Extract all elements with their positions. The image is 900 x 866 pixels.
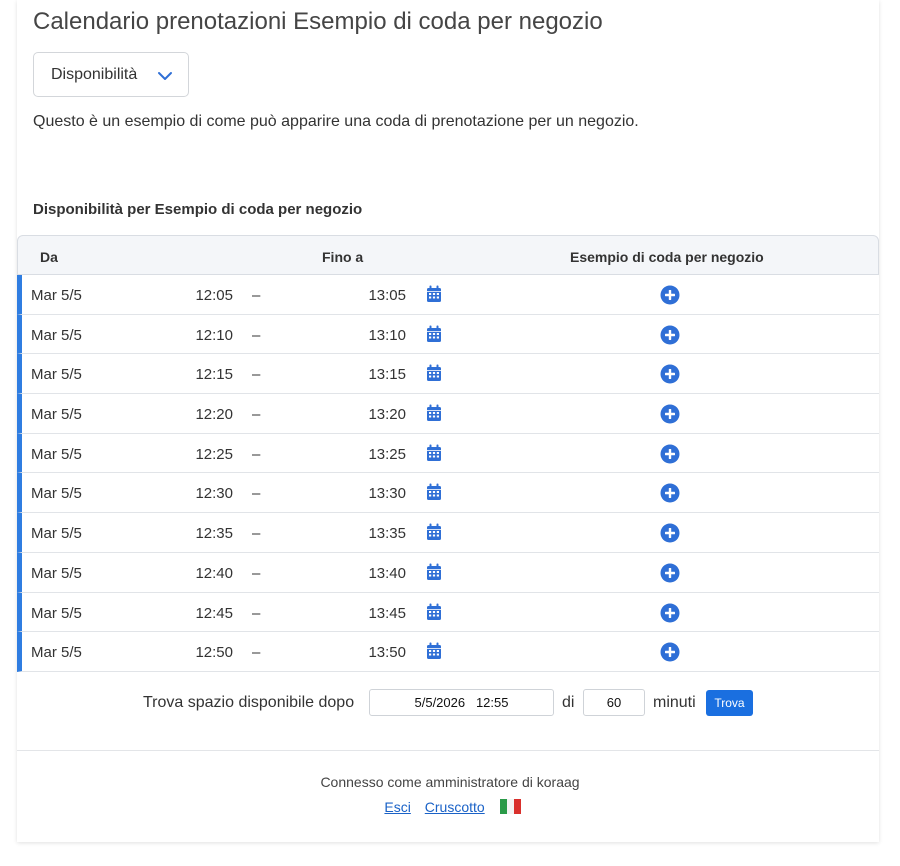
table-row: Mar 5/5 12:30 – 13:30 [17, 473, 879, 514]
calendar-icon[interactable] [426, 563, 442, 581]
page-title: Calendario prenotazioni Esempio di coda … [33, 8, 603, 35]
row-separator: – [252, 406, 261, 424]
row-separator: – [252, 644, 261, 662]
row-start-time: 12:20 [195, 406, 233, 424]
login-status: Connesso come amministratore di koraag [320, 774, 580, 790]
add-booking-icon[interactable] [660, 483, 680, 503]
chevron-down-icon [158, 72, 172, 80]
footer-divider [17, 750, 879, 751]
add-booking-icon[interactable] [660, 285, 680, 305]
row-end-time: 13:40 [368, 564, 406, 582]
row-end-time: 13:05 [368, 287, 406, 304]
table-row: Mar 5/5 12:40 – 13:40 [17, 552, 879, 593]
logout-link[interactable]: Esci [384, 799, 410, 815]
availability-table: Da Fino a Esempio di coda per negozio Ma… [17, 235, 879, 672]
row-start-time: 12:30 [195, 485, 233, 503]
calendar-icon[interactable] [426, 642, 442, 660]
add-booking-icon[interactable] [660, 603, 680, 623]
minutes-input[interactable]: 60 [583, 689, 645, 716]
finder-di-label: di [562, 694, 575, 711]
row-start-time: 12:35 [195, 525, 233, 543]
row-day: Mar 5/5 [31, 366, 82, 384]
add-booking-icon[interactable] [660, 325, 680, 345]
datetime-input[interactable]: 5/5/2026 12:55 [369, 689, 554, 716]
row-separator: – [252, 366, 261, 384]
add-booking-icon[interactable] [660, 364, 680, 384]
calendar-icon[interactable] [426, 285, 442, 303]
italian-flag-icon[interactable] [499, 799, 521, 814]
table-row: Mar 5/5 12:35 – 13:35 [17, 513, 879, 553]
row-start-time: 12:45 [195, 604, 233, 622]
row-separator: – [252, 445, 261, 463]
row-day: Mar 5/5 [31, 604, 82, 622]
table-row: Mar 5/5 12:45 – 13:45 [17, 592, 879, 633]
find-button[interactable]: Trova [706, 690, 753, 716]
table-row: Mar 5/5 12:15 – 13:15 [17, 354, 879, 395]
calendar-icon[interactable] [426, 523, 442, 541]
table-row: Mar 5/5 12:25 – 13:25 [17, 433, 879, 474]
dashboard-link[interactable]: Cruscotto [425, 799, 485, 815]
add-booking-icon[interactable] [660, 444, 680, 464]
row-day: Mar 5/5 [31, 287, 82, 304]
row-start-time: 12:10 [195, 326, 233, 344]
row-end-time: 13:30 [368, 485, 406, 503]
header-to: Fino a [322, 249, 364, 265]
view-select[interactable]: Disponibilità [33, 52, 189, 97]
row-end-time: 13:15 [368, 366, 406, 384]
row-end-time: 13:20 [368, 406, 406, 424]
minutes-label: minuti [653, 694, 696, 711]
calendar-icon[interactable] [426, 404, 442, 422]
row-separator: – [252, 604, 261, 622]
table-body: Mar 5/5 12:05 – 13:05 Mar 5/5 12:10 – 13… [17, 275, 879, 672]
calendar-icon[interactable] [426, 325, 442, 343]
table-row: Mar 5/5 12:50 – 13:50 [17, 632, 879, 672]
row-start-time: 12:25 [195, 445, 233, 463]
row-end-time: 13:50 [368, 644, 406, 662]
row-start-time: 12:15 [195, 366, 233, 384]
row-day: Mar 5/5 [31, 445, 82, 463]
row-separator: – [252, 525, 261, 543]
calendar-icon[interactable] [426, 364, 442, 382]
table-header: Da Fino a Esempio di coda per negozio [17, 235, 879, 275]
add-booking-icon[interactable] [660, 404, 680, 424]
row-day: Mar 5/5 [31, 564, 82, 582]
description: Questo è un esempio di come può apparire… [33, 113, 639, 130]
row-end-time: 13:10 [368, 326, 406, 344]
table-row: Mar 5/5 12:10 – 13:10 [17, 314, 879, 355]
row-start-time: 12:50 [195, 644, 233, 662]
section-title: Disponibilità per Esempio di coda per ne… [33, 201, 363, 218]
row-end-time: 13:25 [368, 445, 406, 463]
finder-label: Trova spazio disponibile dopo [143, 694, 355, 711]
header-resource: Esempio di coda per negozio [570, 249, 764, 265]
header-from: Da [40, 249, 58, 265]
row-separator: – [252, 326, 261, 344]
add-booking-icon[interactable] [660, 642, 680, 662]
table-row: Mar 5/5 12:20 – 13:20 [17, 394, 879, 434]
row-end-time: 13:35 [368, 525, 406, 543]
row-day: Mar 5/5 [31, 485, 82, 503]
slot-finder: Trova spazio disponibile dopo 5/5/2026 1… [0, 689, 900, 719]
row-start-time: 12:05 [195, 287, 233, 304]
calendar-icon[interactable] [426, 483, 442, 501]
row-start-time: 12:40 [195, 564, 233, 582]
row-day: Mar 5/5 [31, 326, 82, 344]
row-separator: – [252, 485, 261, 503]
view-select-value: Disponibilità [51, 65, 138, 83]
add-booking-icon[interactable] [660, 523, 680, 543]
row-end-time: 13:45 [368, 604, 406, 622]
row-day: Mar 5/5 [31, 406, 82, 424]
row-separator: – [252, 287, 261, 304]
add-booking-icon[interactable] [660, 563, 680, 583]
row-day: Mar 5/5 [31, 644, 82, 662]
calendar-icon[interactable] [426, 444, 442, 462]
row-day: Mar 5/5 [31, 525, 82, 543]
row-separator: – [252, 564, 261, 582]
calendar-icon[interactable] [426, 603, 442, 621]
footer-links: Esci Cruscotto [0, 799, 900, 815]
table-row: Mar 5/5 12:05 – 13:05 [17, 275, 879, 315]
